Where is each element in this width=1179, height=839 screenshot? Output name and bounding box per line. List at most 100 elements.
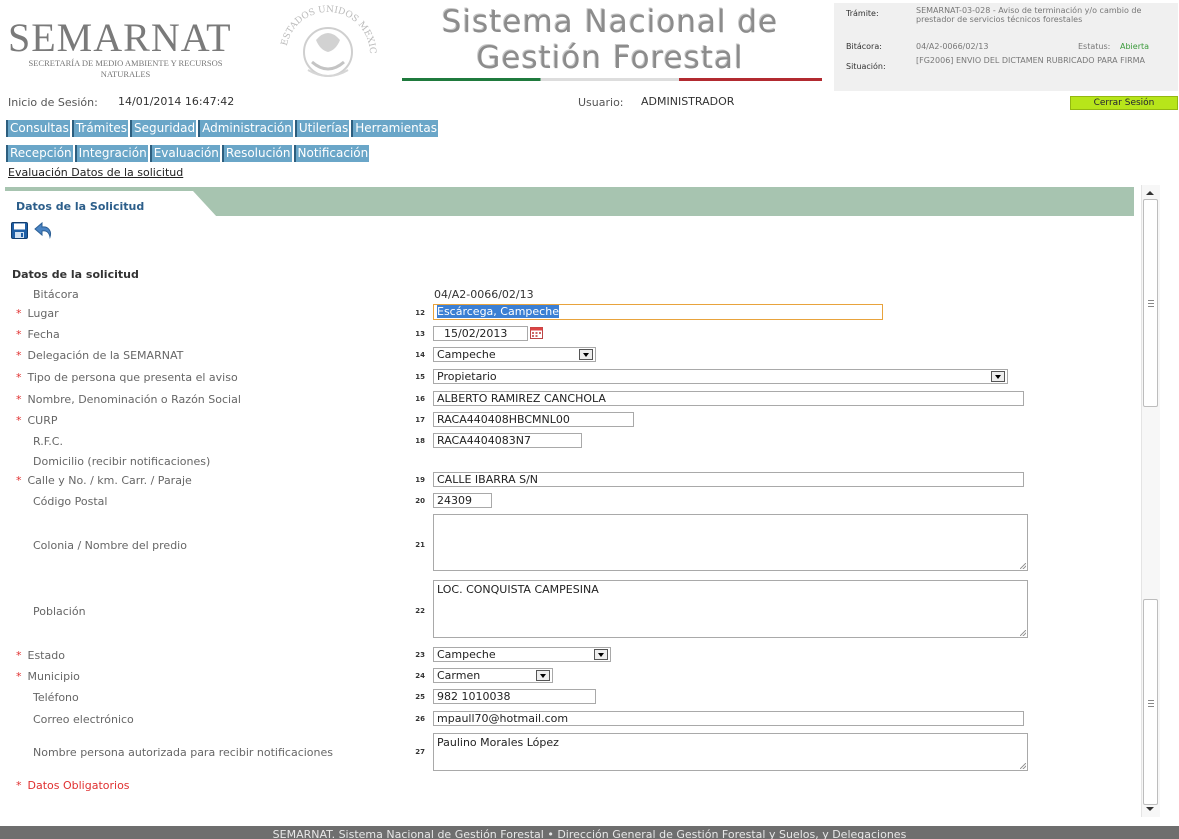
fecha-label: * Fecha <box>16 328 60 341</box>
footer: SEMARNAT. Sistema Nacional de Gestión Fo… <box>0 826 1179 839</box>
menu-item-recepcion[interactable]: Recepción <box>6 145 73 162</box>
lugar-input-selected-text: Escárcega, Campeche <box>437 305 559 318</box>
colonia-label: Colonia / Nombre del predio <box>33 539 187 552</box>
estado-label: * Estado <box>16 649 65 662</box>
brand-subtitle: SECRETARÍA DE MEDIO AMBIENTE Y RECURSOS … <box>28 58 223 79</box>
session-start-label: Inicio de Sesión: <box>8 96 98 109</box>
breadcrumb[interactable]: Evaluación Datos de la solicitud <box>8 166 183 179</box>
menu-item-consultas[interactable]: Consultas <box>6 120 70 137</box>
session-start-value: 14/01/2014 16:47:42 <box>118 95 235 108</box>
required-mark: * <box>16 474 22 487</box>
poblacion-textarea[interactable]: LOC. CONQUISTA CAMPESINA <box>433 580 1028 638</box>
lugar-label: * Lugar <box>16 307 59 320</box>
required-mark: * <box>16 779 22 792</box>
tramite-value: SEMARNAT-03-028 - Aviso de terminación y… <box>916 6 1142 24</box>
correo-input[interactable]: mpaull70@hotmail.com <box>433 711 1024 726</box>
field-number: 13 <box>415 330 425 338</box>
delegacion-label: * Delegación de la SEMARNAT <box>16 349 184 362</box>
menu-item-resolucion[interactable]: Resolución <box>221 145 292 162</box>
field-number: 20 <box>415 497 425 505</box>
required-mark: * <box>16 670 22 683</box>
cp-input[interactable]: 24309 <box>433 493 492 508</box>
menu-item-integracion[interactable]: Integración <box>74 145 148 162</box>
vertical-scrollbar[interactable] <box>1141 185 1160 817</box>
dropdown-arrow-icon <box>579 349 593 360</box>
system-title-line2: Gestión Forestal <box>476 40 744 76</box>
municipio-label: * Municipio <box>16 670 80 683</box>
field-number: 16 <box>415 395 425 403</box>
bitacora-field-value: 04/A2-0066/02/13 <box>434 288 534 301</box>
telefono-input[interactable]: 982 1010038 <box>433 689 596 704</box>
rfc-input[interactable]: RACA4404083N7 <box>433 433 582 448</box>
curp-label: * CURP <box>16 414 58 427</box>
nombre-input[interactable]: ALBERTO RAMIREZ CANCHOLA <box>433 391 1024 406</box>
dropdown-arrow-icon <box>536 670 550 681</box>
menu-item-notificacion[interactable]: Notificación <box>293 145 370 162</box>
save-icon[interactable] <box>11 222 28 239</box>
required-mark: * <box>16 414 22 427</box>
required-note: * Datos Obligatorios <box>16 779 130 792</box>
logout-button[interactable]: Cerrar Sesión <box>1070 96 1178 110</box>
section-title: Datos de la solicitud <box>12 268 139 281</box>
tipo-persona-label: * Tipo de persona que presenta el aviso <box>16 371 238 384</box>
bitacora-field-label: Bitácora <box>33 288 79 301</box>
nombre-label: * Nombre, Denominación o Razón Social <box>16 393 241 406</box>
lugar-input[interactable]: Escárcega, Campeche <box>433 304 883 320</box>
field-number: 23 <box>415 651 425 659</box>
situacion-value: [FG2006] ENVIO DEL DICTAMEN RUBRICADO PA… <box>916 56 1146 65</box>
required-mark: * <box>16 371 22 384</box>
field-number: 12 <box>415 309 425 317</box>
autorizada-label: Nombre persona autorizada para recibir n… <box>33 746 333 759</box>
field-number: 14 <box>415 351 425 359</box>
rfc-label: R.F.C. <box>33 435 63 448</box>
process-menu: Recepción Integración Evaluación Resoluc… <box>6 145 371 162</box>
scroll-up-arrow-icon[interactable] <box>1146 191 1154 195</box>
menu-item-evaluacion[interactable]: Evaluación <box>149 145 220 162</box>
required-mark: * <box>16 307 22 320</box>
undo-icon[interactable] <box>34 222 54 239</box>
main-menu: Consultas Trámites Seguridad Administrac… <box>6 120 440 137</box>
system-title: Sistema Nacional de Gestión Forestal <box>395 4 825 76</box>
field-number: 22 <box>415 607 425 615</box>
bitacora-value: 04/A2-0066/02/13 <box>916 42 989 51</box>
field-number: 21 <box>415 541 425 549</box>
tramite-label: Trámite: <box>846 9 879 18</box>
calle-label: * Calle y No. / km. Carr. / Paraje <box>16 474 192 487</box>
telefono-label: Teléfono <box>33 691 79 704</box>
required-mark: * <box>16 328 22 341</box>
dropdown-arrow-icon <box>594 649 608 660</box>
menu-item-utilerias[interactable]: Utilerías <box>294 120 350 137</box>
menu-item-herramientas[interactable]: Herramientas <box>351 120 438 137</box>
estatus-label: Estatus: <box>1078 42 1111 51</box>
field-number: 27 <box>415 748 425 756</box>
user-label: Usuario: <box>578 96 624 109</box>
delegacion-select[interactable]: Campeche <box>433 347 596 362</box>
field-number: 19 <box>415 476 425 484</box>
scrollbar-thumb-lower[interactable] <box>1143 599 1158 805</box>
tipo-persona-select[interactable]: Propietario <box>433 369 1008 384</box>
calle-input[interactable]: CALLE IBARRA S/N <box>433 472 1024 487</box>
fecha-input[interactable]: 15/02/2013 <box>433 326 528 341</box>
field-number: 26 <box>415 715 425 723</box>
national-seal-icon: ESTADOS UNIDOS MEXICANOS <box>272 2 377 77</box>
field-number: 24 <box>415 672 425 680</box>
scroll-down-arrow-icon[interactable] <box>1146 807 1154 811</box>
user-value: ADMINISTRADOR <box>641 95 735 108</box>
field-number: 15 <box>415 373 425 381</box>
menu-item-administracion[interactable]: Administración <box>198 120 293 137</box>
curp-input[interactable]: RACA440408HBCMNL00 <box>433 412 634 427</box>
bitacora-label: Bitácora: <box>846 42 882 51</box>
calendar-icon[interactable] <box>530 326 543 339</box>
required-mark: * <box>16 393 22 406</box>
estado-select[interactable]: Campeche <box>433 647 611 662</box>
autorizada-textarea[interactable]: Paulino Morales López <box>433 733 1028 771</box>
menu-item-seguridad[interactable]: Seguridad <box>130 120 197 137</box>
required-mark: * <box>16 649 22 662</box>
situacion-label: Situación: <box>846 62 886 71</box>
domicilio-label: Domicilio (recibir notificaciones) <box>33 455 211 468</box>
colonia-textarea[interactable] <box>433 514 1028 571</box>
field-number: 25 <box>415 693 425 701</box>
municipio-select[interactable]: Carmen <box>433 668 553 683</box>
scrollbar-thumb[interactable] <box>1143 199 1158 407</box>
menu-item-tramites[interactable]: Trámites <box>71 120 129 137</box>
